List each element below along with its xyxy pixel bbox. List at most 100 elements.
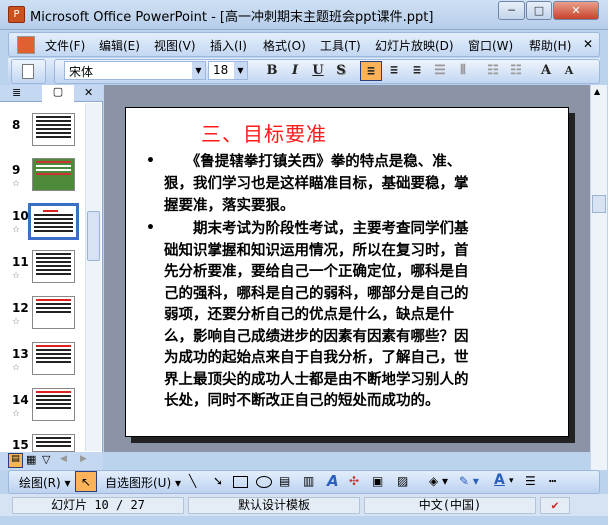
- scroll-right-icon[interactable]: ▶: [80, 454, 87, 464]
- line-color-icon[interactable]: ✎ ▾: [459, 474, 479, 488]
- status-bar: 幻灯片 10 / 27 默认设计模板 中文(中国) ✔: [0, 494, 608, 516]
- font-select[interactable]: 宋体 ▼: [64, 61, 206, 80]
- textbox-tool-icon[interactable]: ▤: [279, 474, 290, 488]
- minimize-button[interactable]: ─: [498, 1, 525, 20]
- normal-view-button[interactable]: ▤: [8, 453, 23, 468]
- bold-button[interactable]: B: [261, 61, 283, 81]
- draw-menu-button[interactable]: 绘图(R) ▾: [19, 474, 71, 491]
- line-spacing-icon[interactable]: ☰: [429, 61, 451, 81]
- paragraph-1-line[interactable]: 狠，我们学习也是这样瞄准目标，基础要稳，掌: [164, 174, 469, 195]
- chevron-down-icon[interactable]: ▾: [509, 476, 514, 486]
- scroll-left-icon[interactable]: ◀: [60, 454, 67, 464]
- menu-edit[interactable]: 编辑(E): [99, 37, 140, 54]
- tab-outline[interactable]: ≣: [12, 86, 21, 99]
- spelling-check-icon[interactable]: ✔: [540, 497, 570, 514]
- tab-slides[interactable]: ▢: [42, 85, 74, 102]
- paragraph-2-line[interactable]: 么，影响自己成绩进步的因素有因素有哪些？因: [164, 327, 469, 348]
- menu-tools[interactable]: 工具(T): [320, 37, 361, 54]
- scroll-up-icon[interactable]: ▲: [594, 87, 600, 96]
- line-tool-icon[interactable]: ╲: [189, 474, 196, 488]
- language-indicator[interactable]: 中文(中国): [364, 497, 536, 514]
- align-right-button[interactable]: ≡: [406, 61, 428, 81]
- paragraph-2-line[interactable]: 弱项，还要分析自己的优点是什么，缺点是什: [164, 305, 454, 326]
- decrease-font-button[interactable]: A: [558, 61, 580, 81]
- slide-sorter-view-button[interactable]: ▦: [26, 453, 36, 466]
- increase-font-button[interactable]: A: [535, 61, 557, 81]
- powerpoint-app-icon[interactable]: P: [8, 6, 25, 23]
- align-left-button[interactable]: ≡: [360, 61, 382, 81]
- slide-thumbnail-9[interactable]: [32, 158, 75, 191]
- rectangle-tool-icon[interactable]: [233, 476, 248, 488]
- slide-thumbnail-8[interactable]: [32, 113, 75, 146]
- design-template-name[interactable]: 默认设计模板: [188, 497, 360, 514]
- font-color-icon[interactable]: A: [494, 472, 505, 488]
- new-document-icon[interactable]: [22, 64, 34, 79]
- slide-thumbnail-11[interactable]: [32, 250, 75, 283]
- slide-thumbnail-13[interactable]: [32, 342, 75, 375]
- slide-canvas[interactable]: 三、目标要准 • 《鲁提辖拳打镇关西》拳的特点是稳、准、 狠，我们学习也是这样瞄…: [125, 107, 569, 437]
- chevron-down-icon[interactable]: ▼: [234, 62, 247, 79]
- formatting-toolbar: 宋体 ▼ 18 ▼ B I U S ≡ ≡ ≡ ☰ ⫴ ☷ ☷ A A: [8, 58, 600, 85]
- menu-insert[interactable]: 插入(I): [210, 37, 247, 54]
- thumbnail-scrollbar[interactable]: [85, 103, 101, 451]
- shadow-button[interactable]: S: [330, 61, 352, 81]
- arrow-tool-icon[interactable]: ➘: [213, 474, 223, 488]
- diagram-icon[interactable]: ✣: [349, 474, 359, 488]
- slide-thumbnail-10-selected[interactable]: [28, 203, 79, 240]
- paragraph-2-line[interactable]: 期末考试为阶段性考试，主要考查同学们基: [164, 219, 469, 240]
- autoshapes-menu-button[interactable]: 自选图形(U) ▾: [105, 474, 181, 491]
- slide-counter: 幻灯片 10 / 27: [12, 497, 184, 514]
- paragraph-2-line[interactable]: 界上最顶尖的成功人士都是由不断地学习别人的: [164, 370, 469, 391]
- fill-color-icon[interactable]: ◈ ▾: [429, 474, 448, 488]
- vertical-scrollbar[interactable]: ▲: [590, 85, 607, 470]
- slideshow-view-button[interactable]: ▽: [42, 453, 50, 466]
- paragraph-2-line[interactable]: 先分析要准，要给自己一个正确定位，哪科是自: [164, 262, 469, 283]
- text-direction-icon[interactable]: ⫴: [452, 61, 474, 81]
- slide-thumbnail-14[interactable]: [32, 388, 75, 421]
- scrollbar-thumb[interactable]: [87, 211, 100, 261]
- paragraph-2-line[interactable]: 己的强科，哪科是自己的弱科，哪部分是自己的: [164, 284, 469, 305]
- line-style-icon[interactable]: ☰: [525, 474, 536, 488]
- paragraph-1-line[interactable]: 《鲁提辖拳打镇关西》拳的特点是稳、准、: [164, 152, 461, 173]
- clipart-icon[interactable]: ▣: [372, 474, 383, 488]
- slide-title[interactable]: 三、目标要准: [201, 118, 327, 147]
- menu-help[interactable]: 帮助(H): [529, 37, 571, 54]
- paragraph-2-line[interactable]: 长处，同时不断改正自己的短处而成功的。: [164, 391, 440, 412]
- close-button[interactable]: ✕: [553, 1, 599, 20]
- paragraph-2-line[interactable]: 为成功的起始点来自于自我分析，了解自己，世: [164, 348, 469, 369]
- thumbnail-number: 12: [12, 301, 29, 315]
- menu-slideshow[interactable]: 幻灯片放映(D): [375, 37, 454, 54]
- panel-close-button[interactable]: ✕: [84, 86, 93, 99]
- oval-tool-icon[interactable]: [256, 476, 272, 488]
- bullet-list-icon[interactable]: ☷: [505, 61, 527, 81]
- align-center-button[interactable]: ≡: [383, 61, 405, 81]
- bullet-marker: •: [146, 153, 155, 169]
- scrollbar-thumb[interactable]: [592, 195, 606, 213]
- draw-label: 绘图(R): [19, 476, 61, 490]
- thumbnail-number: 11: [12, 255, 29, 269]
- paragraph-1-line[interactable]: 握要准，落实要狠。: [164, 196, 295, 217]
- chevron-down-icon[interactable]: ▼: [192, 62, 205, 79]
- dash-style-icon[interactable]: ┅: [549, 474, 556, 488]
- font-size-select[interactable]: 18 ▼: [208, 61, 248, 80]
- view-buttons: ▤ ▦ ▽ ◀ ▶: [0, 452, 103, 470]
- standard-toolbar: [11, 59, 46, 84]
- slide-thumbnail-15[interactable]: [32, 434, 75, 452]
- close-document-button[interactable]: ✕: [583, 37, 593, 51]
- vertical-textbox-icon[interactable]: ▥: [303, 474, 314, 488]
- menu-window[interactable]: 窗口(W): [468, 37, 513, 54]
- autoshapes-label: 自选图形(U): [105, 476, 172, 490]
- wordart-icon[interactable]: A: [327, 472, 339, 490]
- numbered-list-icon[interactable]: ☷: [482, 61, 504, 81]
- menu-view[interactable]: 视图(V): [154, 37, 196, 54]
- select-pointer-icon[interactable]: ↖: [75, 471, 97, 492]
- document-icon[interactable]: [17, 36, 35, 54]
- maximize-button[interactable]: □: [526, 1, 552, 20]
- paragraph-2-line[interactable]: 础知识掌握和知识运用情况，所以在复习时，首: [164, 241, 469, 262]
- underline-button[interactable]: U: [307, 61, 329, 81]
- menu-file[interactable]: 文件(F): [45, 37, 85, 54]
- italic-button[interactable]: I: [284, 61, 306, 81]
- insert-picture-icon[interactable]: ▨: [397, 474, 408, 488]
- slide-thumbnail-12[interactable]: [32, 296, 75, 329]
- menu-format[interactable]: 格式(O): [263, 37, 306, 54]
